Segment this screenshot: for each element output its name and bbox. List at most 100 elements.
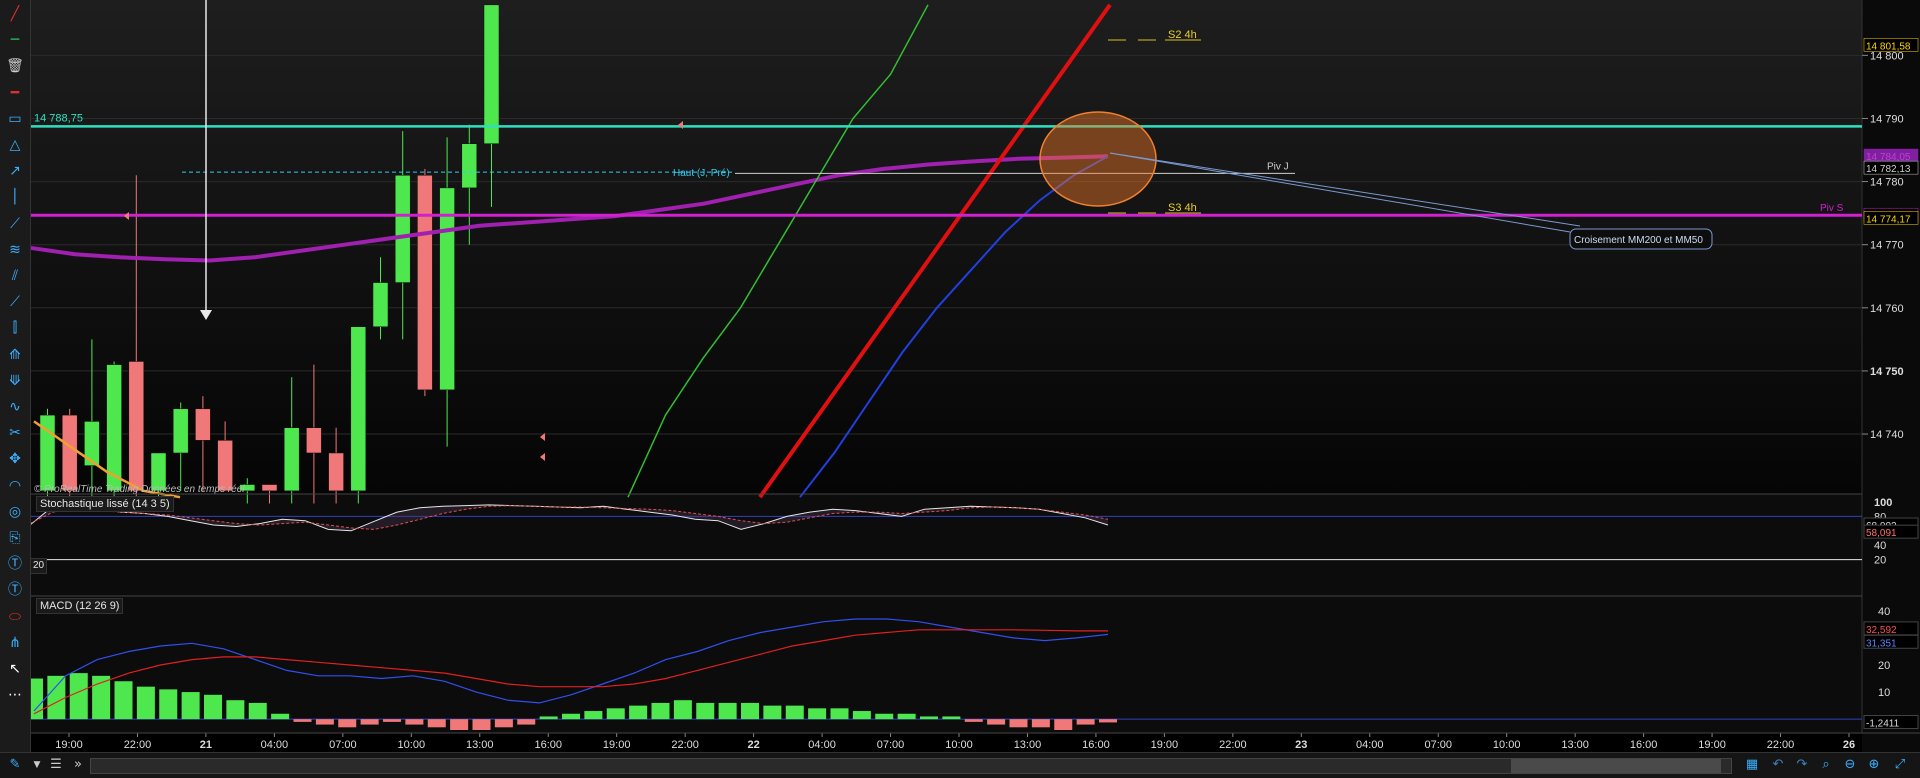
fibonacci-icon[interactable]: ⫽	[5, 266, 25, 286]
macd-histogram-bar	[696, 702, 715, 720]
macd-tick-label: 40	[1878, 606, 1890, 618]
ray-tool-icon[interactable]: ━	[5, 83, 25, 103]
time-tick-label: 07:00	[1424, 739, 1452, 751]
macd-histogram-bar	[383, 719, 401, 722]
fibonacci-time-icon[interactable]: ⫿	[5, 318, 25, 338]
macd-histogram-bar	[852, 711, 871, 720]
macd-histogram-bar	[159, 689, 178, 720]
macd-histogram-bar	[226, 700, 245, 720]
pen-icon[interactable]: ✎	[4, 756, 26, 774]
pointer-icon[interactable]: ↖	[5, 659, 25, 679]
macd-histogram-bar	[763, 705, 782, 720]
time-scrollbar[interactable]	[90, 758, 1732, 774]
macd-histogram-bar	[584, 711, 603, 720]
time-tick-label: 19:00	[603, 739, 631, 751]
candle-body	[195, 408, 211, 441]
chart-canvas[interactable]: 14 788,75 Piv S Piv J Haut (J, Pré) S2 4h S3 …	[0, 0, 1920, 752]
rectangle-tool-icon[interactable]: ▭	[5, 109, 25, 129]
macd-histogram-bar	[1054, 719, 1073, 730]
channel-tool-icon[interactable]: ≋	[5, 240, 25, 260]
regression-icon[interactable]: ∿	[5, 397, 25, 417]
macd-histogram-bar	[338, 719, 357, 728]
text-icon[interactable]: Ⓣ	[5, 554, 25, 574]
fibonacci-fan-icon[interactable]: ⟋	[5, 292, 25, 312]
time-tick-label: 04:00	[808, 739, 836, 751]
more-icon[interactable]: ⋯	[5, 685, 25, 705]
stochastic-title[interactable]: Stochastique lissé (14 3 5)	[36, 496, 174, 512]
zoom-out-icon[interactable]: ⊖	[1840, 756, 1860, 774]
hline-tool-icon[interactable]: ─	[5, 30, 25, 50]
time-tick-label: 07:00	[329, 739, 357, 751]
zoom-area-icon[interactable]: ⌕	[1816, 756, 1836, 774]
time-tick-label: 22	[747, 739, 759, 751]
hamburger-menu-icon[interactable]: ☰	[48, 756, 64, 774]
scrollbar-thumb[interactable]	[1511, 759, 1721, 773]
macd-badge-text: 31,351	[1866, 638, 1897, 649]
macd-histogram-bar	[114, 681, 133, 720]
macd-histogram-bar	[539, 716, 558, 720]
macd-histogram-bar	[1076, 719, 1095, 725]
macd-histogram-bar	[1009, 719, 1028, 728]
candle-body	[394, 175, 411, 283]
fit-icon[interactable]: ⤢	[1890, 756, 1910, 774]
calendar-icon[interactable]: ▦	[1742, 756, 1762, 774]
dropdown-arrow-icon[interactable]: ▼	[30, 756, 44, 774]
macd-histogram-bar	[875, 713, 894, 720]
macd-histogram-bar	[315, 719, 334, 725]
double-chevron-icon[interactable]: »	[70, 756, 86, 774]
arc-icon[interactable]: ◠	[5, 476, 25, 496]
macd-histogram-bar	[942, 716, 961, 720]
time-tick-label: 22:00	[1219, 739, 1247, 751]
text-box-icon[interactable]: Ⓣ	[5, 580, 25, 600]
price-badge-text: 14 782,13	[1866, 164, 1911, 175]
macd-histogram-bar	[47, 675, 66, 720]
stoch-tick-label: 100	[1874, 497, 1892, 509]
time-tick-label: 10:00	[1493, 739, 1521, 751]
time-tick-label: 13:00	[1014, 739, 1042, 751]
time-tick-label: 10:00	[945, 739, 973, 751]
redo-icon[interactable]: ↷	[1792, 756, 1812, 774]
copy-icon[interactable]: ⎘	[5, 528, 25, 548]
time-tick-label: 19:00	[55, 739, 83, 751]
price-tick-label: 14 750	[1870, 366, 1904, 378]
fibonacci-extension-icon[interactable]: ⟰	[5, 345, 25, 365]
macd-histogram-bar	[718, 702, 737, 720]
segment-tool-icon[interactable]: ⟋	[5, 214, 25, 234]
triangle-tool-icon[interactable]: △	[5, 135, 25, 155]
crossover-highlight	[1039, 111, 1157, 207]
candle-body	[172, 408, 189, 454]
time-tick-label: 19:00	[1698, 739, 1726, 751]
s3-label: S3 4h	[1168, 202, 1197, 214]
macd-histogram-bar	[360, 719, 379, 725]
ellipse-icon[interactable]: ⬭	[5, 607, 25, 627]
arrow-tool-icon[interactable]: ↗	[5, 161, 25, 181]
macd-histogram-bar	[785, 705, 804, 720]
line-tool-icon[interactable]: ╱	[5, 4, 25, 24]
candle-body	[128, 361, 145, 492]
macd-title[interactable]: MACD (12 26 9)	[36, 598, 124, 614]
time-tick-label: 22:00	[671, 739, 699, 751]
move-icon[interactable]: ✥	[5, 449, 25, 469]
macd-histogram-bar	[629, 705, 648, 720]
trash-icon[interactable]: 🗑	[5, 56, 25, 76]
time-tick-label: 10:00	[398, 739, 426, 751]
vline-tool-icon[interactable]: │	[5, 187, 25, 207]
haut-label: Haut (J, Pré)	[673, 168, 730, 179]
tools-icon[interactable]: ✂	[5, 423, 25, 443]
time-tick-label: 22:00	[124, 739, 152, 751]
macd-histogram-bar	[830, 708, 849, 720]
spiral-icon[interactable]: ◎	[5, 502, 25, 522]
stoch-tick-label: 40	[1874, 540, 1886, 552]
pitchfork-icon[interactable]: ⋔	[5, 633, 25, 653]
candle-body	[461, 143, 478, 189]
callout-text: Croisement MM200 et MM50	[1574, 235, 1703, 246]
level-label-cyan: 14 788,75	[34, 112, 83, 124]
price-badge-text: 14 774,17	[1866, 214, 1911, 225]
stoch-tick-label: 20	[1874, 555, 1886, 567]
undo-icon[interactable]: ↶	[1768, 756, 1788, 774]
fibonacci-projection-icon[interactable]: ⟱	[5, 371, 25, 391]
macd-histogram-bar	[136, 686, 155, 720]
zoom-in-icon[interactable]: ⊕	[1864, 756, 1884, 774]
time-tick-label: 13:00	[466, 739, 494, 751]
macd-histogram-bar	[562, 713, 580, 720]
